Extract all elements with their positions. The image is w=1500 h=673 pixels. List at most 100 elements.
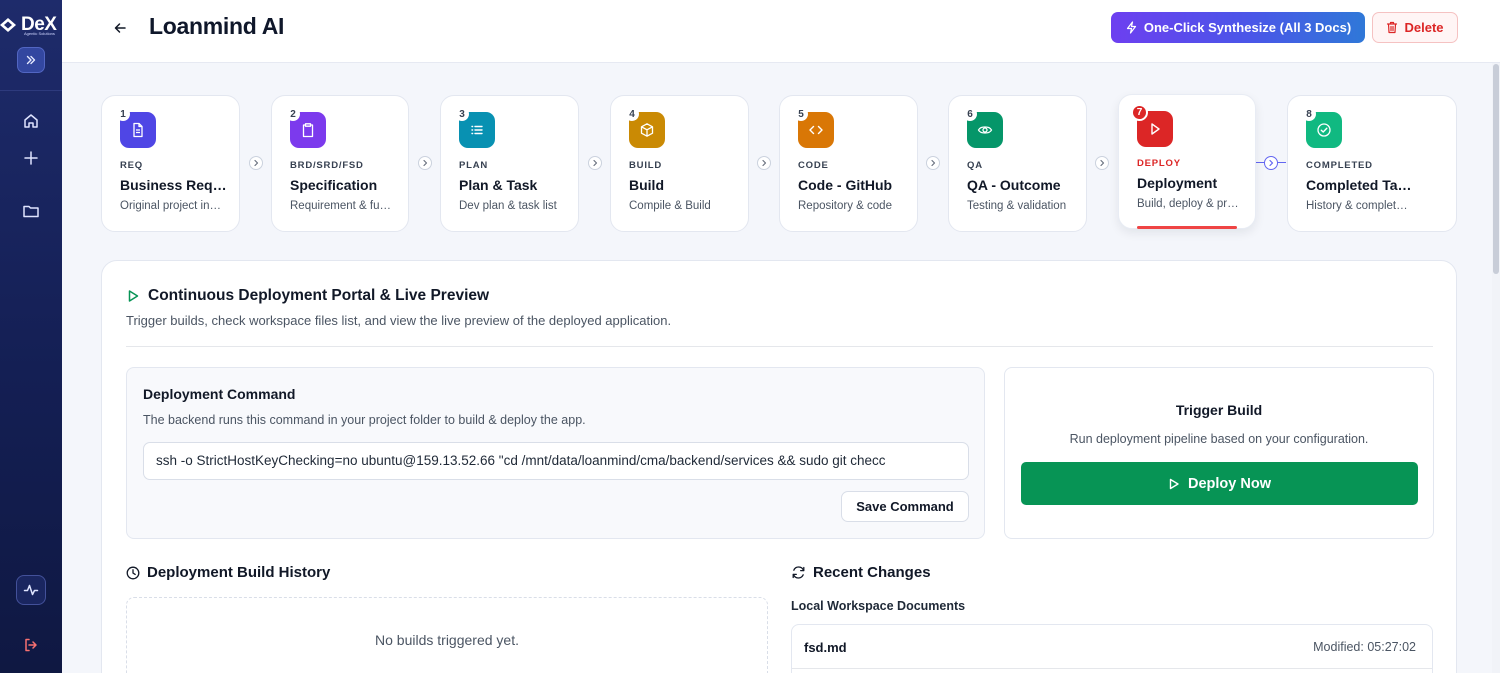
list-icon — [471, 125, 483, 135]
step-card-req[interactable]: 1 REQ Business Requirements Original projec… — [101, 95, 240, 232]
play-icon — [1169, 478, 1179, 489]
trigger-build-panel: Trigger Build Run deployment pipeline ba… — [1004, 367, 1434, 539]
chevron-right-icon — [1100, 159, 1105, 167]
step-number: 8 — [1302, 107, 1316, 121]
lightning-icon — [1126, 21, 1136, 34]
step-tag: COMPLETED — [1306, 160, 1373, 171]
build-history-title-text: Deployment Build History — [147, 564, 331, 581]
step-card-build[interactable]: 4 BUILD Build Compile & Build — [610, 95, 749, 232]
clock-icon — [126, 566, 140, 579]
sidebar-item-new[interactable] — [19, 146, 43, 170]
step-subtitle: History & completed items — [1306, 200, 1410, 212]
step-tag: DEPLOY — [1137, 158, 1181, 169]
chevron-right-icon — [931, 159, 936, 167]
step-number: 7 — [1131, 104, 1148, 121]
step-subtitle: Build, deploy & preview — [1137, 198, 1241, 210]
page-scrollbar-thumb[interactable] — [1493, 64, 1499, 274]
step-subtitle: Requirement & functional — [290, 200, 394, 212]
divider — [126, 346, 1433, 347]
chevron-right-icon — [423, 159, 428, 167]
delete-label: Delete — [1404, 20, 1444, 35]
arrow-left-icon — [114, 23, 126, 33]
step-connector — [1264, 156, 1278, 170]
build-history-title: Deployment Build History — [126, 564, 330, 581]
synthesize-button[interactable]: One-Click Synthesize (All 3 Docs) — [1111, 12, 1365, 43]
step-card-brd-srd-fsd[interactable]: 2 BRD/SRD/FSD Specification Requirement & f… — [271, 95, 409, 232]
sidebar-item-home[interactable] — [19, 109, 43, 133]
step-tag: BRD/SRD/FSD — [290, 160, 364, 171]
step-card-completed[interactable]: 8 COMPLETED Completed Tasks History & compl… — [1287, 95, 1457, 232]
chevrons-right-icon — [26, 55, 36, 65]
step-connector — [757, 156, 771, 170]
trigger-title: Trigger Build — [1175, 402, 1263, 418]
recent-changes-title-text: Recent Changes — [813, 564, 931, 581]
trigger-description: Run deployment pipeline based on your co… — [1069, 432, 1369, 446]
portal-title-text: Continuous Deployment Portal & Live Prev… — [148, 287, 490, 304]
activity-icon — [23, 584, 39, 596]
document-icon — [133, 122, 143, 138]
chevron-right-icon — [762, 159, 767, 167]
list-item[interactable]: fsd.md Modified: 05:27:02 — [792, 625, 1432, 669]
deployment-portal-card: Continuous Deployment Portal & Live Prev… — [101, 260, 1457, 673]
step-title: Plan & Task — [459, 177, 538, 193]
save-command-button[interactable]: Save Command — [841, 491, 969, 522]
step-number: 6 — [963, 107, 977, 121]
refresh-icon — [792, 566, 805, 579]
step-card-code[interactable]: 5 CODE Code - GitHub Repository & code — [779, 95, 918, 232]
logout-icon — [25, 638, 37, 652]
deployment-command-panel: Deployment Command The backend runs this… — [126, 367, 985, 539]
home-icon — [24, 114, 38, 128]
step-card-plan[interactable]: 3 PLAN Plan & Task Dev plan & task list — [440, 95, 579, 232]
step-card-qa[interactable]: 6 QA QA - Outcome Testing & validation — [948, 95, 1087, 232]
step-connector — [926, 156, 940, 170]
check-circle-icon — [1317, 123, 1331, 137]
step-title: Specification — [290, 177, 378, 193]
step-connector — [249, 156, 263, 170]
step-connector — [588, 156, 602, 170]
page-header: Loanmind AI One-Click Synthesize (All 3 … — [62, 0, 1500, 63]
expand-sidebar-button[interactable] — [17, 47, 45, 73]
brand-tagline: Agentic Solutions — [24, 31, 55, 36]
step-card-deploy[interactable]: 7 DEPLOY Deployment Build, deploy & preview — [1118, 94, 1256, 229]
step-title: Code - GitHub — [798, 177, 893, 193]
step-tag: REQ — [120, 160, 143, 171]
step-number: 2 — [286, 107, 300, 121]
step-title: QA - Outcome — [967, 177, 1061, 193]
portal-title: Continuous Deployment Portal & Live Prev… — [126, 287, 489, 305]
step-number: 1 — [116, 107, 130, 121]
brand-logo[interactable]: DeX Agentic Solutions — [0, 10, 62, 40]
logo-mark-icon — [0, 18, 16, 32]
workspace-documents-list: fsd.md Modified: 05:27:02 — [791, 624, 1433, 673]
step-title: Deployment — [1137, 175, 1218, 191]
sidebar-item-activity[interactable] — [16, 575, 46, 605]
synthesize-label: One-Click Synthesize (All 3 Docs) — [1143, 20, 1352, 35]
sidebar-item-folder[interactable] — [19, 199, 43, 223]
file-modified: Modified: 05:27:02 — [1313, 640, 1416, 654]
back-button[interactable] — [112, 20, 128, 36]
code-icon — [809, 125, 823, 135]
step-tag: CODE — [798, 160, 829, 171]
step-title: Completed Tasks — [1306, 177, 1414, 193]
chevron-right-icon — [1269, 159, 1274, 167]
step-number: 4 — [625, 107, 639, 121]
sidebar-item-logout[interactable] — [19, 633, 43, 657]
trash-icon — [1387, 21, 1398, 34]
step-title: Build — [629, 177, 664, 193]
eye-icon — [977, 126, 993, 134]
plus-icon — [24, 151, 38, 165]
chevron-right-icon — [254, 159, 259, 167]
command-title: Deployment Command — [143, 386, 296, 402]
step-subtitle: Original project input — [120, 200, 224, 212]
deploy-now-button[interactable]: Deploy Now — [1021, 462, 1418, 505]
step-subtitle: Dev plan & task list — [459, 200, 557, 212]
command-input[interactable]: ssh -o StrictHostKeyChecking=no ubuntu@1… — [143, 442, 969, 480]
deploy-now-label: Deploy Now — [1188, 475, 1271, 492]
step-subtitle: Repository & code — [798, 200, 892, 212]
step-connector — [418, 156, 432, 170]
box-icon — [640, 123, 654, 137]
workspace-documents-label: Local Workspace Documents — [791, 599, 966, 613]
play-icon — [1151, 123, 1160, 135]
recent-changes-title: Recent Changes — [791, 564, 931, 581]
step-tag: QA — [967, 160, 983, 171]
delete-button[interactable]: Delete — [1372, 12, 1458, 43]
